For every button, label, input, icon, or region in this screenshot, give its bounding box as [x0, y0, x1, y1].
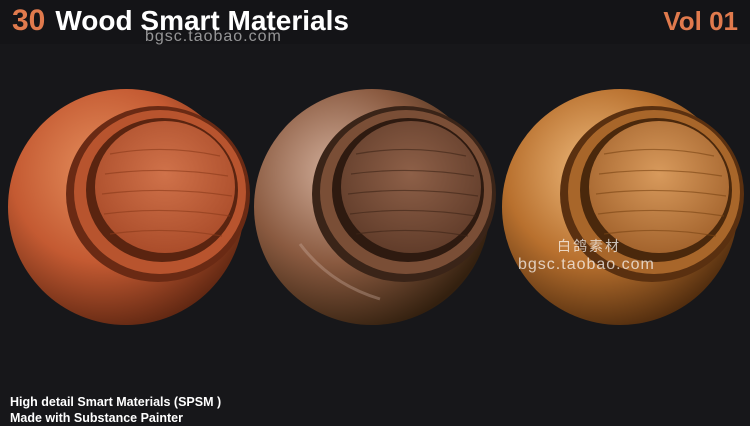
volume-label: Vol 01	[663, 6, 738, 36]
title-number: 30	[12, 4, 46, 37]
header-bar: 30 Wood Smart Materials Vol 01	[0, 0, 750, 44]
weathered-wood-sphere	[254, 89, 496, 325]
material-spheres	[8, 89, 744, 325]
watermark-mid-cn: 白鸽素材	[557, 238, 621, 254]
footer-caption: High detail Smart Materials (SPSM ) Made…	[10, 394, 221, 426]
watermark-mid-url: bgsc.taobao.com	[518, 256, 655, 273]
golden-wood-sphere	[502, 89, 744, 325]
footer-line-1: High detail Smart Materials (SPSM )	[10, 395, 222, 409]
footer-line-2: Made with Substance Painter	[10, 411, 183, 425]
red-wood-sphere	[8, 89, 250, 325]
